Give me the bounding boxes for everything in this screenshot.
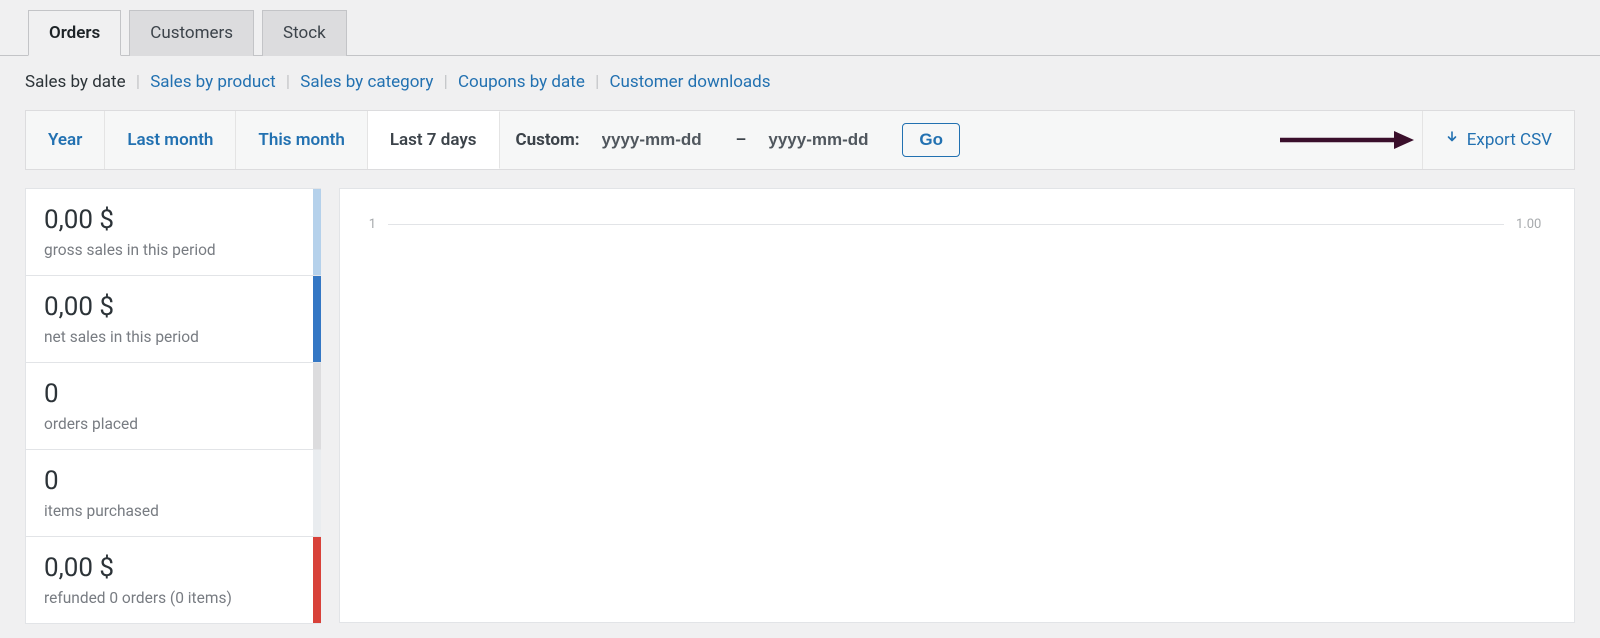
report-type-tabs: Orders Customers Stock (0, 0, 1600, 56)
stat-stripe (313, 363, 321, 449)
stat-stripe (313, 189, 321, 275)
subnav-customer-downloads[interactable]: Customer downloads (609, 72, 770, 92)
separator: | (280, 72, 296, 92)
stat-value: 0 (44, 466, 303, 496)
y-axis-tick-right: 1.00 (1516, 217, 1550, 232)
date-range-bar: Year Last month This month Last 7 days C… (25, 110, 1575, 170)
range-this-month[interactable]: This month (236, 111, 367, 169)
stat-net-sales[interactable]: 0,00 $ net sales in this period (25, 275, 321, 363)
go-button[interactable]: Go (902, 123, 960, 157)
stat-label: orders placed (44, 415, 303, 433)
stat-stripe (313, 276, 321, 362)
subnav-coupons-by-date[interactable]: Coupons by date (458, 72, 585, 92)
range-last-month[interactable]: Last month (105, 111, 236, 169)
separator: | (438, 72, 454, 92)
tab-customers[interactable]: Customers (129, 10, 254, 56)
chart-gridline (388, 224, 1504, 225)
chart-gridline-row: 1 1.00 (364, 217, 1550, 232)
report-subnav: Sales by date | Sales by product | Sales… (0, 56, 1600, 110)
stats-sidebar: 0,00 $ gross sales in this period 0,00 $… (25, 188, 321, 623)
annotation-arrow (1276, 111, 1422, 169)
stat-items-purchased[interactable]: 0 items purchased (25, 449, 321, 537)
tab-orders[interactable]: Orders (28, 10, 121, 56)
stat-value: 0,00 $ (44, 553, 303, 583)
date-from-input[interactable] (598, 124, 718, 156)
date-range-separator: – (736, 130, 747, 150)
stat-refunded[interactable]: 0,00 $ refunded 0 orders (0 items) (25, 536, 321, 624)
stat-label: refunded 0 orders (0 items) (44, 589, 303, 607)
stat-value: 0,00 $ (44, 205, 303, 235)
stat-value: 0,00 $ (44, 292, 303, 322)
subnav-sales-by-category[interactable]: Sales by category (300, 72, 433, 92)
stat-label: gross sales in this period (44, 241, 303, 259)
subnav-sales-by-product[interactable]: Sales by product (150, 72, 275, 92)
tab-stock[interactable]: Stock (262, 10, 347, 56)
separator: | (130, 72, 146, 92)
chart-panel: 1 1.00 (339, 188, 1575, 623)
range-custom: Custom: – Go (500, 111, 976, 169)
separator: | (589, 72, 605, 92)
export-csv-label: Export CSV (1467, 130, 1552, 150)
subnav-current: Sales by date (25, 72, 126, 92)
stat-stripe (313, 537, 321, 623)
stat-orders-placed[interactable]: 0 orders placed (25, 362, 321, 450)
y-axis-tick-left: 1 (364, 217, 376, 232)
stat-value: 0 (44, 379, 303, 409)
stat-label: net sales in this period (44, 328, 303, 346)
export-csv[interactable]: Export CSV (1422, 111, 1574, 169)
date-to-input[interactable] (764, 124, 884, 156)
custom-label: Custom: (516, 130, 580, 150)
range-year[interactable]: Year (26, 111, 105, 169)
stat-stripe (313, 450, 321, 536)
report-content: 0,00 $ gross sales in this period 0,00 $… (0, 170, 1600, 623)
range-last-7-days[interactable]: Last 7 days (368, 111, 500, 169)
download-icon (1445, 130, 1459, 150)
stat-label: items purchased (44, 502, 303, 520)
stat-gross-sales[interactable]: 0,00 $ gross sales in this period (25, 188, 321, 276)
